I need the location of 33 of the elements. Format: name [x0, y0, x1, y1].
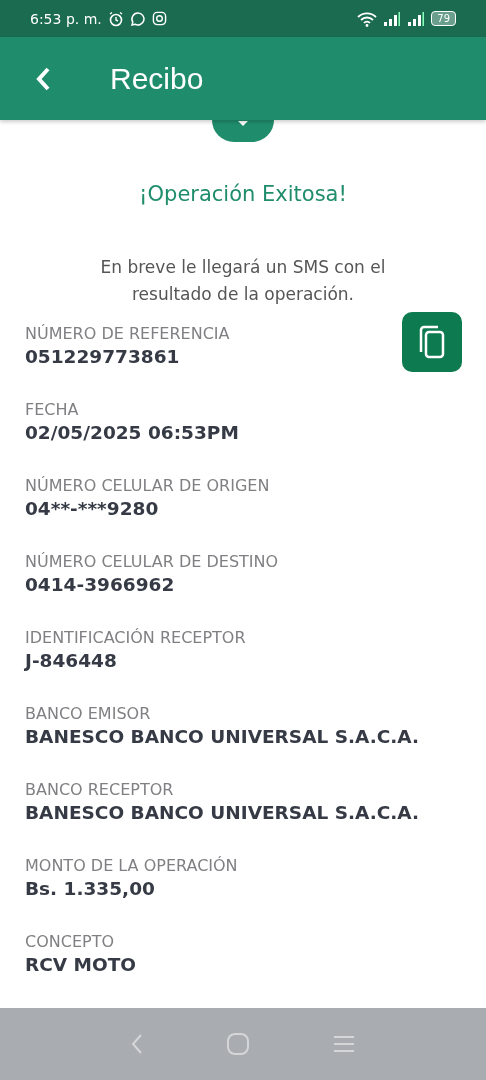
- wifi-icon: [357, 10, 378, 27]
- field-label: BANCO EMISOR: [25, 704, 151, 724]
- copy-button[interactable]: [402, 312, 462, 372]
- alarm-icon: [107, 10, 124, 27]
- success-title: ¡Operación Exitosa!: [138, 182, 348, 206]
- field-label: IDENTIFICACIÓN RECEPTOR: [25, 628, 246, 648]
- signal-icon: [383, 11, 402, 26]
- chat-icon: [129, 10, 146, 27]
- field-value: J-846448: [25, 649, 117, 673]
- camera-icon: [151, 11, 167, 26]
- field-value: BANESCO BANCO UNIVERSAL S.A.C.A.: [25, 801, 420, 825]
- field-label: FECHA: [25, 400, 79, 420]
- success-message: En breve le llegará un SMS con el resultado de la operación.: [99, 256, 387, 306]
- field-value: 02/05/2025 06:53PM: [25, 421, 239, 445]
- pull-tab[interactable]: [212, 120, 274, 142]
- battery-level: 79: [431, 11, 456, 26]
- field-label: MONTO DE LA OPERACIÓN: [25, 856, 238, 876]
- field-value: 04**-***9280: [25, 497, 159, 521]
- field-value: 051229773861: [25, 345, 180, 369]
- field-label: CONCEPTO: [25, 932, 115, 952]
- copy-icon: [417, 324, 447, 360]
- field-value: Bs. 1.335,00: [25, 877, 155, 901]
- signal-icon: [407, 11, 426, 26]
- field-label: NÚMERO DE REFERENCIA: [25, 324, 230, 344]
- field-value: 0414-3966962: [25, 573, 175, 597]
- page-title: Recibo: [110, 61, 204, 96]
- field-value: BANESCO BANCO UNIVERSAL S.A.C.A.: [25, 725, 420, 749]
- field-label: NÚMERO CELULAR DE ORIGEN: [25, 476, 270, 496]
- field-label: NÚMERO CELULAR DE DESTINO: [25, 552, 279, 572]
- field-value: RCV MOTO: [25, 953, 137, 977]
- field-label: BANCO RECEPTOR: [25, 780, 174, 800]
- status-time: 6:53 p. m.: [30, 10, 102, 27]
- back-icon: [35, 65, 51, 92]
